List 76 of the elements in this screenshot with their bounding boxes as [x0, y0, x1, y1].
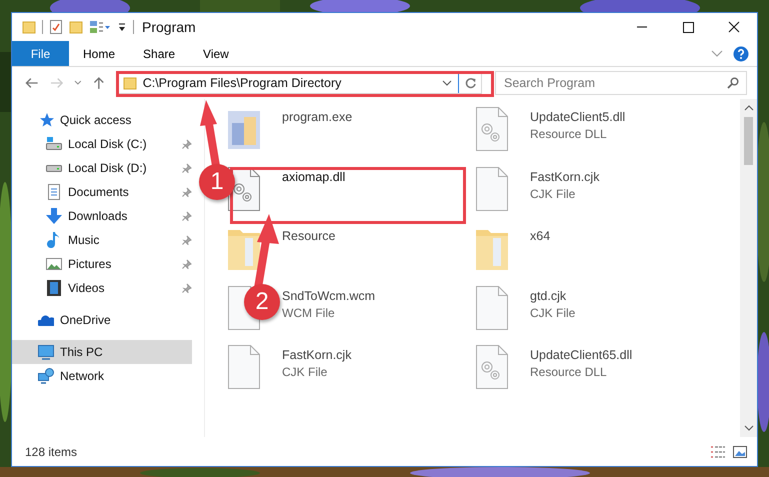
sidebar-item[interactable]: Local Disk (C:)	[12, 132, 192, 156]
scroll-up-icon[interactable]	[744, 105, 754, 111]
gears-file-icon[interactable]	[476, 345, 508, 389]
file-name: axiomap.dll	[282, 170, 346, 184]
folder-icon	[122, 76, 137, 90]
back-arrow-icon[interactable]	[25, 77, 39, 89]
file-name: UpdateClient65.dll	[530, 348, 632, 362]
large-icons-view-icon[interactable]	[733, 446, 747, 458]
sidebar-item[interactable]: This PC	[12, 340, 192, 364]
drive-icon	[46, 136, 62, 152]
network-icon	[38, 368, 54, 384]
file-name: UpdateClient5.dll	[530, 110, 626, 124]
layout-icon[interactable]	[89, 20, 111, 34]
file-menu-button[interactable]: File	[12, 41, 69, 66]
up-arrow-icon[interactable]	[93, 76, 105, 90]
file-name: FastKorn.cjk	[282, 348, 352, 362]
sidebar-item[interactable]: Documents	[12, 180, 192, 204]
details-view-icon[interactable]	[710, 446, 726, 458]
pin-icon[interactable]	[182, 187, 192, 197]
file-name: SndToWcm.wcm	[282, 288, 376, 302]
sidebar-item[interactable]: Quick access	[12, 108, 192, 132]
sidebar-item[interactable]: Local Disk (D:)	[12, 156, 192, 180]
file-type: CJK File	[530, 186, 576, 200]
refresh-icon[interactable]	[464, 77, 477, 89]
file-type: Resource DLL	[530, 127, 608, 141]
pin-icon[interactable]	[182, 163, 192, 173]
pin-icon[interactable]	[182, 139, 192, 149]
help-icon[interactable]	[733, 46, 749, 62]
window-title: Program	[142, 19, 196, 35]
sidebar-item[interactable]: Pictures	[12, 252, 192, 276]
folder-icon[interactable]	[22, 20, 36, 34]
scroll-down-icon[interactable]	[744, 425, 754, 431]
download-arrow-icon	[46, 208, 62, 224]
file-name: x64	[530, 229, 550, 243]
pin-icon[interactable]	[182, 283, 192, 293]
checklist-icon[interactable]	[49, 19, 63, 35]
monitor-icon	[38, 344, 54, 360]
pin-icon[interactable]	[182, 259, 192, 269]
star-icon	[38, 112, 54, 128]
item-count: 128 items	[25, 444, 78, 458]
minimize-icon[interactable]	[636, 26, 648, 28]
sidebar-item[interactable]: Videos	[12, 276, 192, 300]
dropdown-icon[interactable]	[117, 21, 127, 33]
file-icon[interactable]	[476, 166, 508, 210]
sidebar-item[interactable]: Downloads	[12, 204, 192, 228]
scroll-thumb[interactable]	[744, 117, 753, 165]
sidebar-item[interactable]: Network	[12, 364, 192, 388]
ribbon-tab[interactable]: Home	[69, 41, 130, 66]
file-type: WCM File	[282, 306, 336, 320]
ribbon-tab[interactable]: View	[189, 41, 243, 66]
pin-icon[interactable]	[182, 211, 192, 221]
ribbon-tab[interactable]: Share	[129, 41, 190, 66]
close-icon[interactable]	[728, 21, 740, 33]
sidebar-item[interactable]: Music	[12, 228, 192, 252]
file-name: gtd.cjk	[530, 288, 568, 302]
film-icon	[46, 280, 62, 296]
search-field[interactable]: Search Program	[494, 71, 747, 95]
drive-icon	[46, 164, 62, 172]
file-icon[interactable]	[476, 286, 508, 330]
image-icon	[46, 256, 62, 272]
search-icon[interactable]	[726, 77, 739, 89]
document-icon	[46, 184, 62, 200]
chevron-down-icon[interactable]	[74, 80, 82, 86]
file-name: FastKorn.cjk	[530, 170, 600, 184]
file-type: Resource DLL	[530, 365, 608, 379]
file-name: Resource	[282, 229, 336, 243]
sidebar-item[interactable]: OneDrive	[12, 308, 192, 332]
chevron-down-icon[interactable]	[442, 80, 452, 86]
gears-file-icon[interactable]	[476, 107, 508, 151]
pin-icon[interactable]	[182, 235, 192, 245]
file-icon[interactable]	[228, 345, 260, 389]
folder-icon[interactable]	[69, 20, 83, 34]
file-type: CJK File	[530, 306, 576, 320]
file-name: program.exe	[282, 110, 352, 124]
file-type: CJK File	[282, 365, 328, 379]
maximize-icon[interactable]	[682, 22, 694, 32]
